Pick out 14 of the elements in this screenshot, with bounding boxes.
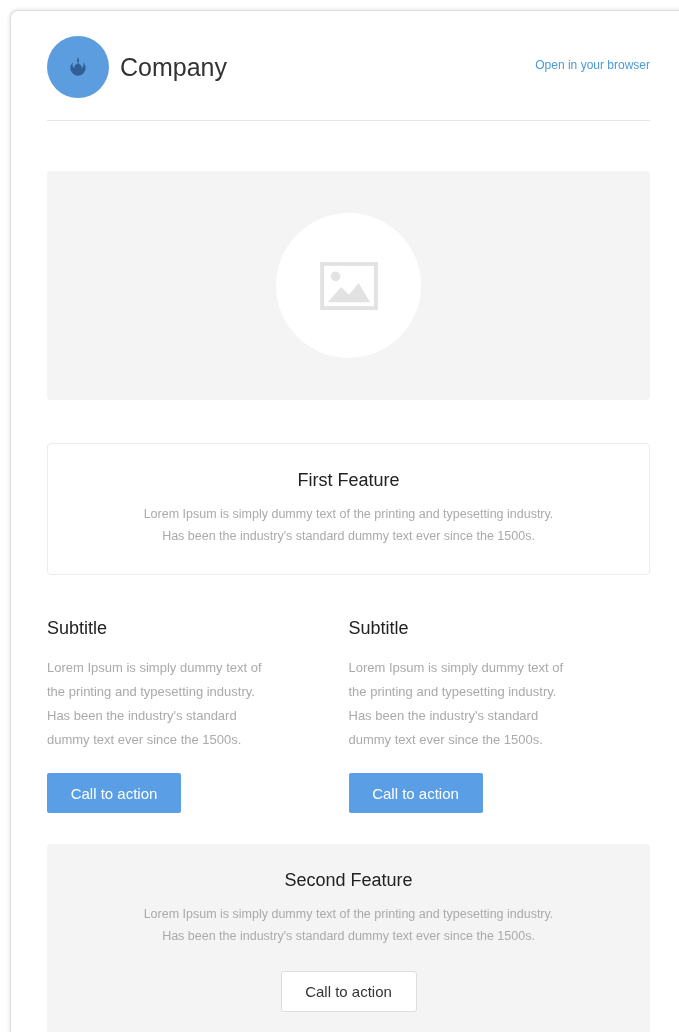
cta-button[interactable]: Call to action: [280, 971, 417, 1012]
cta-button[interactable]: Call to action: [47, 773, 181, 813]
feature-title: First Feature: [296, 469, 401, 491]
subtitle: Subtitle: [348, 617, 410, 639]
cta-button[interactable]: Call to action: [348, 773, 483, 813]
body-text: Lorem Ipsum is simply dummy text of the printing and typesetting industry. Has been the industry's standard dummy text ever since the 1500s.: [47, 659, 263, 749]
subtitle: Subtitle: [47, 617, 109, 639]
body-text: Lorem Ipsum is simply dummy text of the printing and typesetting industry. Has been the industry's standard dummy text ever since the 1500s.: [142, 506, 555, 545]
feature-title: Second Feature: [283, 869, 414, 891]
company-name: Company: [120, 52, 227, 82]
image-icon: [319, 261, 378, 310]
browser-link[interactable]: Open in your browser: [535, 58, 650, 72]
body-text: Lorem Ipsum is simply dummy text of the printing and typesetting industry. Has been the industry's standard dummy text ever since the 1500s.: [142, 906, 555, 945]
body-text: Lorem Ipsum is simply dummy text of the printing and typesetting industry. Has been the industry's standard dummy text ever since the 1500s.: [348, 659, 565, 749]
